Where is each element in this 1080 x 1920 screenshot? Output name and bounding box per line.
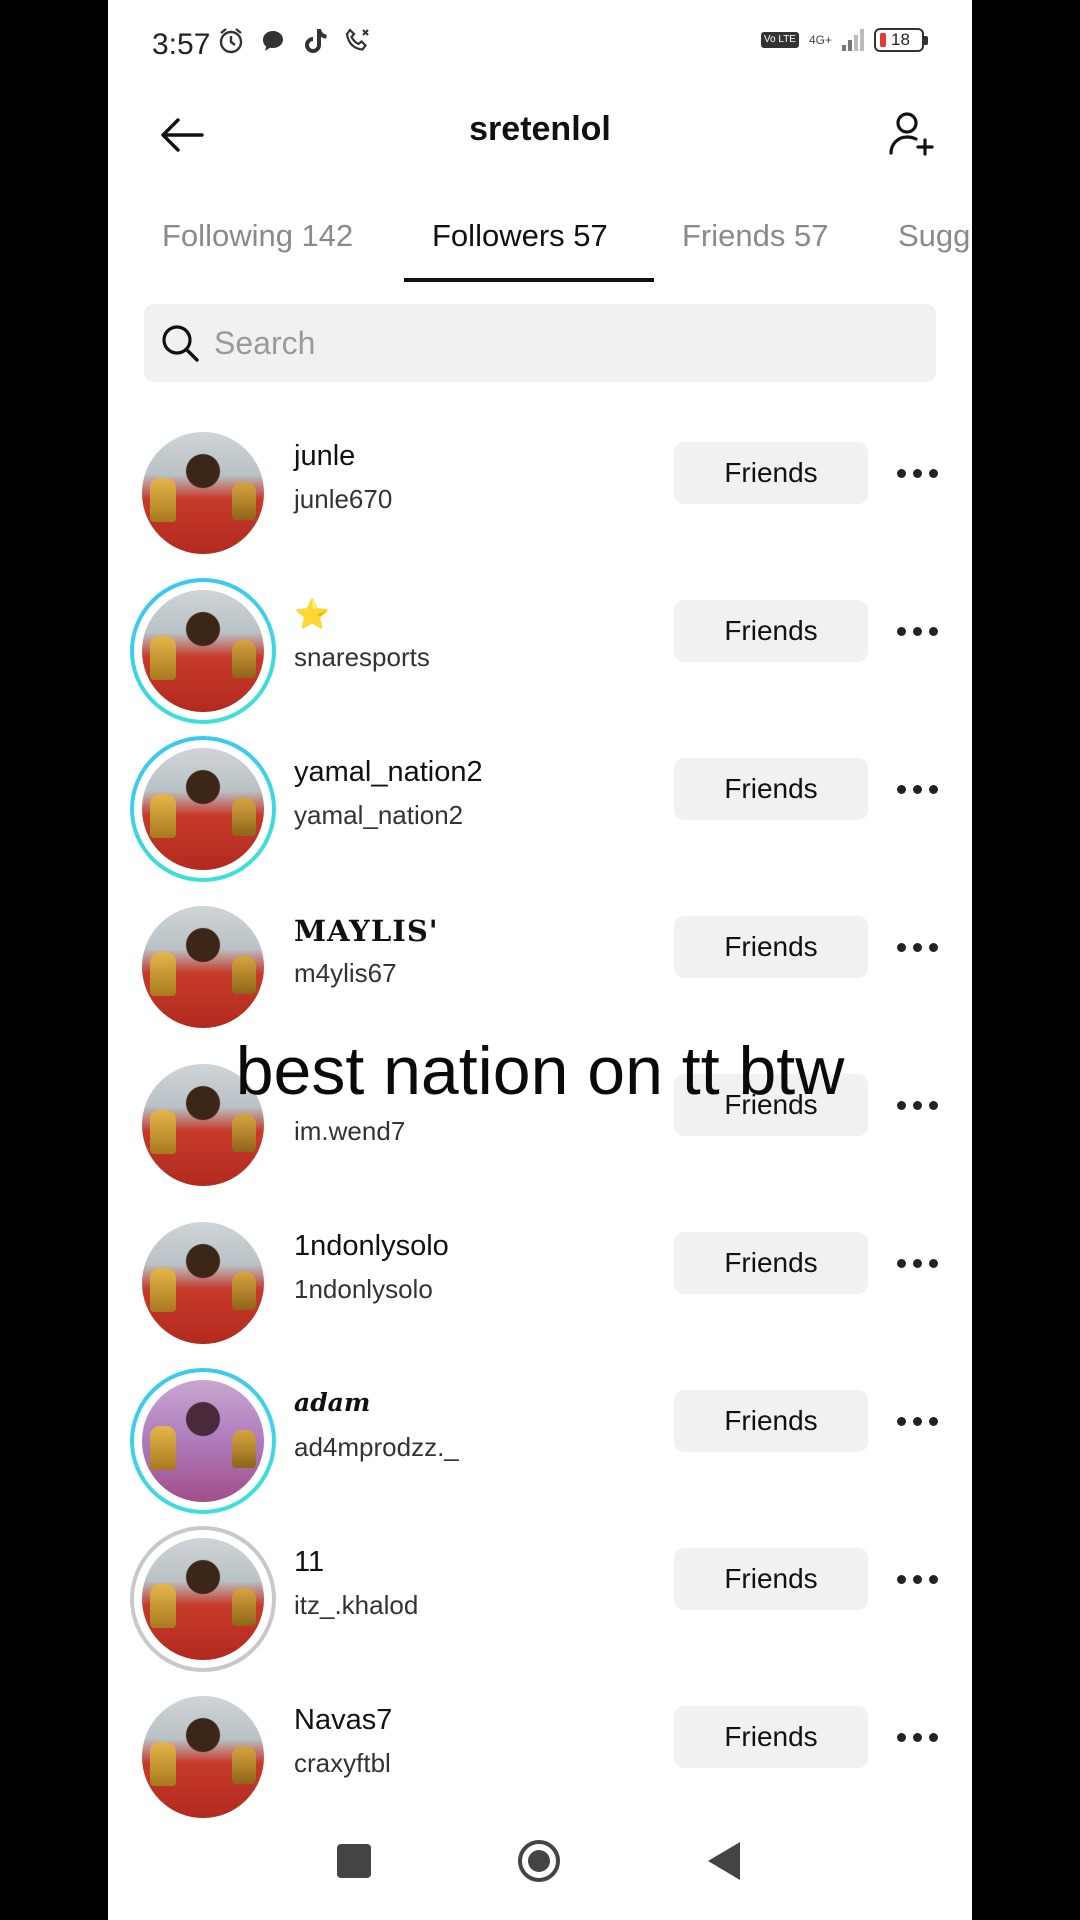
- list-item[interactable]: junle junle670 Friends: [108, 414, 972, 572]
- signal-icon: [842, 29, 864, 51]
- more-options-icon[interactable]: [890, 1406, 944, 1436]
- search-input[interactable]: [212, 323, 896, 363]
- display-name: 1ndonlysolo: [294, 1230, 449, 1262]
- battery-level: 18: [891, 30, 910, 49]
- more-options-icon[interactable]: [890, 1248, 944, 1278]
- avatar[interactable]: [130, 578, 276, 724]
- display-name: ⭐: [294, 599, 331, 631]
- navigation-bar: [108, 1814, 972, 1920]
- friends-button[interactable]: Friends: [674, 1232, 868, 1294]
- status-time: 3:57: [152, 28, 211, 61]
- search-bar: [144, 304, 936, 382]
- chat-bubble-icon: [258, 26, 288, 56]
- tab-friends[interactable]: Friends 57: [682, 218, 828, 254]
- username: junle670: [294, 484, 393, 514]
- display-name: 11: [294, 1546, 325, 1578]
- list-item[interactable]: Navas7 craxyftbl Friends: [108, 1678, 972, 1836]
- display-name: yamal_nation2: [294, 756, 483, 788]
- display-name: junle: [294, 440, 356, 472]
- display-name: Navas7: [294, 1704, 393, 1736]
- more-options-icon[interactable]: [890, 1564, 944, 1594]
- friends-button[interactable]: Friends: [674, 1548, 868, 1610]
- active-tab-indicator: [404, 278, 654, 282]
- home-button[interactable]: [518, 1840, 560, 1882]
- avatar[interactable]: [130, 420, 276, 566]
- tab-following[interactable]: Following 142: [162, 218, 353, 254]
- username: im.wend7: [294, 1116, 406, 1146]
- avatar[interactable]: [130, 1210, 276, 1356]
- avatar[interactable]: [130, 1684, 276, 1830]
- username: ad4mprodzz._: [294, 1432, 459, 1462]
- list-item[interactable]: 11 itz_.khalod Friends: [108, 1520, 972, 1678]
- system-back-button[interactable]: [708, 1842, 740, 1880]
- avatar[interactable]: [130, 736, 276, 882]
- username: m4ylis67: [294, 958, 397, 988]
- list-item[interactable]: yamal_nation2 yamal_nation2 Friends: [108, 730, 972, 888]
- friends-button[interactable]: Friends: [674, 758, 868, 820]
- list-item[interactable]: 1ndonlysolo 1ndonlysolo Friends: [108, 1204, 972, 1362]
- tab-suggested[interactable]: Sugg: [898, 218, 970, 254]
- friends-button[interactable]: Friends: [674, 1390, 868, 1452]
- friends-button[interactable]: Friends: [674, 600, 868, 662]
- username: craxyftbl: [294, 1748, 391, 1778]
- add-friend-button[interactable]: [882, 104, 942, 164]
- status-bar: 3:57 Vo LTE 4G+ 18: [108, 0, 972, 92]
- display-name: MAYLIS': [294, 914, 439, 948]
- avatar[interactable]: [130, 1368, 276, 1514]
- tiktok-icon: [300, 26, 330, 56]
- more-options-icon[interactable]: [890, 616, 944, 646]
- video-caption-overlay: best nation on tt btw: [235, 1033, 845, 1109]
- search-icon: [158, 321, 202, 365]
- username: yamal_nation2: [294, 800, 464, 830]
- recent-apps-button[interactable]: [337, 1844, 371, 1878]
- avatar[interactable]: [130, 894, 276, 1040]
- volte-icon: Vo LTE: [760, 32, 799, 48]
- friends-button[interactable]: Friends: [674, 1706, 868, 1768]
- more-options-icon[interactable]: [890, 774, 944, 804]
- username: 1ndonlysolo: [294, 1274, 433, 1304]
- more-options-icon[interactable]: [890, 932, 944, 962]
- friends-button[interactable]: Friends: [674, 916, 868, 978]
- username: itz_.khalod: [294, 1590, 419, 1620]
- username: snaresports: [294, 642, 430, 672]
- network-type: 4G+: [808, 33, 832, 47]
- alarm-icon: [216, 26, 246, 56]
- tab-bar: Following 142 Followers 57 Friends 57 Su…: [108, 214, 972, 286]
- list-item[interactable]: ⭐ snaresports Friends: [108, 572, 972, 730]
- tab-followers[interactable]: Followers 57: [432, 218, 608, 254]
- battery-icon: 18: [874, 28, 928, 52]
- list-item[interactable]: MAYLIS' m4ylis67 Friends: [108, 888, 972, 1046]
- page-title: sretenlol: [469, 110, 611, 148]
- display-name: adam: [294, 1388, 371, 1417]
- more-options-icon[interactable]: [890, 458, 944, 488]
- more-options-icon[interactable]: [890, 1722, 944, 1752]
- list-item[interactable]: adam ad4mprodzz._ Friends: [108, 1362, 972, 1520]
- call-icon: [342, 26, 372, 56]
- phone-screen: 3:57 Vo LTE 4G+ 18 sretenlol Following 1…: [108, 0, 972, 1920]
- avatar[interactable]: [130, 1526, 276, 1672]
- friends-button[interactable]: Friends: [674, 442, 868, 504]
- add-person-icon: [889, 112, 934, 156]
